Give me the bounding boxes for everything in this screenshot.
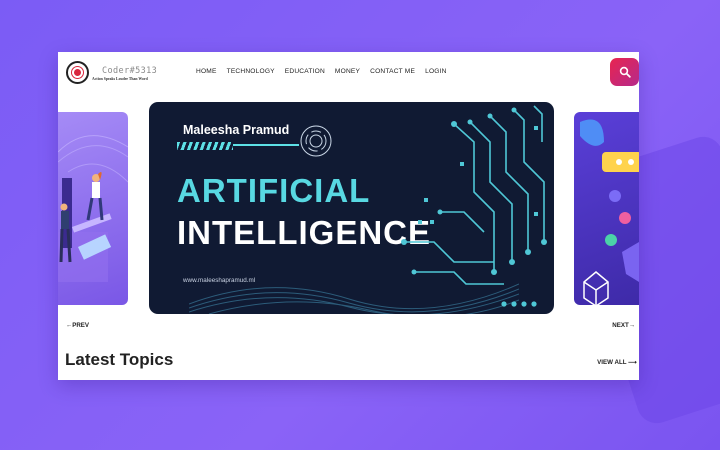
logo-icon[interactable] [66,61,89,84]
nav-contact-me[interactable]: CONTACT ME [370,68,415,75]
nav-login[interactable]: LOGIN [425,68,447,75]
circuit-board-decoration [401,105,547,307]
carousel-slide-previous[interactable] [58,112,128,305]
slide-headline-line2: INTELLIGENCE [177,214,432,251]
illustration-people-image [58,135,128,282]
carousel-slide-next[interactable] [574,112,639,305]
section-title: Latest Topics [65,350,174,369]
long-arrow-right-icon: ⟶ [628,359,637,366]
view-all-link[interactable]: VIEW ALL ⟶ [597,359,637,366]
next-label: NEXT [612,322,629,329]
slide-headline-line1: ARTIFICIAL [177,172,371,209]
search-icon [619,66,631,78]
arrow-right-icon: → [628,322,635,329]
nav-education[interactable]: EDUCATION [285,68,325,75]
illustration-social-image [580,119,639,305]
site-brand[interactable]: Coder#5313 [102,66,157,76]
carousel-slide-active[interactable]: Maleesha Pramud ARTIFICIAL INTELLIGENCE … [149,102,554,314]
browser-page: Coder#5313 Action Speaks Louder Than Wor… [58,52,639,380]
slide-author: Maleesha Pramud [183,123,290,137]
prev-label: PREV [72,322,90,329]
slide-url: www.maleeshapramud.ml [183,277,256,284]
stripe-line-decoration [233,144,299,146]
search-button[interactable] [610,58,639,86]
nav-money[interactable]: MONEY [335,68,360,75]
nav-technology[interactable]: TECHNOLOGY [227,68,275,75]
view-all-label: VIEW ALL [597,359,627,366]
site-tagline: Action Speaks Louder Than Word [92,77,148,81]
prev-button[interactable]: ←PREV [66,322,89,329]
main-nav: HOME TECHNOLOGY EDUCATION MONEY CONTACT … [196,68,457,75]
nav-home[interactable]: HOME [196,68,217,75]
target-circle-icon [300,125,332,157]
stripe-decoration [177,142,233,150]
next-button[interactable]: NEXT→ [612,322,635,329]
